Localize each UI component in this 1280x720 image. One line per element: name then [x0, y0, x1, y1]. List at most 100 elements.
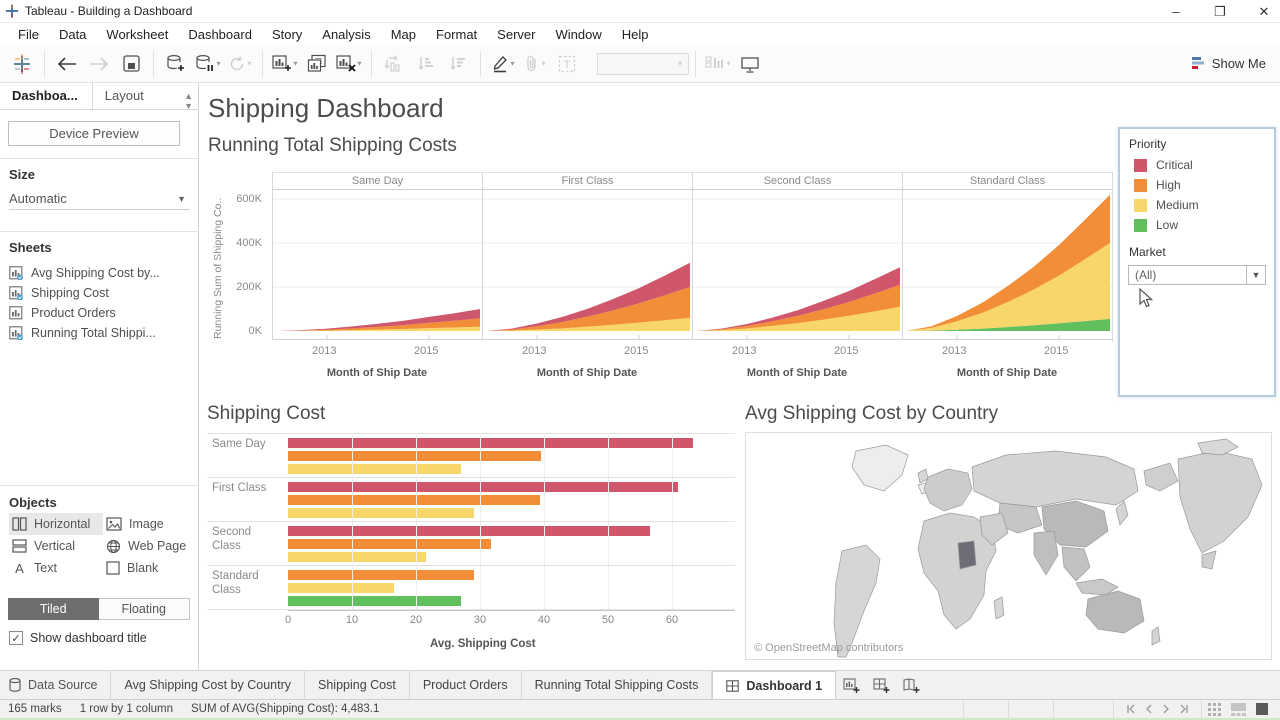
menu-server[interactable]: Server [487, 25, 545, 44]
legend-item-critical[interactable]: Critical [1120, 155, 1274, 175]
object-vertical[interactable]: Vertical [9, 535, 103, 557]
legend-item-medium[interactable]: Medium [1120, 195, 1274, 215]
menu-file[interactable]: File [8, 25, 49, 44]
area-panel-second-class[interactable]: Second Class [692, 172, 902, 340]
object-label: Horizontal [34, 517, 90, 531]
area-panel-same-day[interactable]: Same Day [272, 172, 482, 340]
legend-item-high[interactable]: High [1120, 175, 1274, 195]
map-se-asia [1062, 547, 1090, 581]
grid-line [480, 522, 481, 565]
save-button[interactable] [117, 50, 145, 78]
clear-sheet-button[interactable]: ▾ [335, 50, 363, 78]
status-bar: 165 marks 1 row by 1 column SUM of AVG(S… [0, 699, 1280, 718]
sheet-item-2[interactable]: Shipping Cost [9, 283, 194, 303]
menu-dashboard[interactable]: Dashboard [178, 25, 262, 44]
menu-window[interactable]: Window [545, 25, 611, 44]
new-dashboard-tab-button[interactable] [866, 671, 896, 699]
area-panel-standard-class[interactable]: Standard Class [902, 172, 1112, 340]
tab-running-total-shipping-costs[interactable]: Running Total Shipping Costs [522, 671, 713, 699]
prev-page-icon[interactable] [1145, 704, 1153, 714]
sheet-item-3[interactable]: Product Orders [9, 303, 194, 323]
sheet-item-1[interactable]: Avg Shipping Cost by... [9, 263, 194, 283]
show-dashboard-title-row[interactable]: ✓ Show dashboard title [9, 631, 147, 645]
floating-button[interactable]: Floating [99, 598, 191, 620]
new-worksheet-tab-button[interactable] [836, 671, 866, 699]
bar-medium[interactable] [288, 552, 426, 562]
world-map[interactable]: © OpenStreetMap contributors [745, 432, 1272, 660]
x-axis-label: Month of Ship Date [902, 367, 1112, 379]
bar-high[interactable] [288, 539, 491, 549]
tableau-home-button[interactable] [8, 50, 36, 78]
x-tick-label: 2013 [942, 345, 966, 357]
grid-view-icon[interactable] [1208, 703, 1221, 716]
tab-product-orders[interactable]: Product Orders [410, 671, 522, 699]
highlight-button[interactable]: ▾ [489, 50, 517, 78]
image-icon [106, 517, 122, 531]
menu-story[interactable]: Story [262, 25, 312, 44]
menu-help[interactable]: Help [612, 25, 659, 44]
pane-collapse-icon[interactable]: ▲▼ [184, 91, 193, 111]
aggregate-status: SUM of AVG(Shipping Cost): 4,483.1 [191, 703, 379, 715]
object-horizontal[interactable]: Horizontal [9, 513, 103, 535]
undo-button[interactable] [53, 50, 81, 78]
show-dashboard-title-checkbox[interactable]: ✓ [9, 631, 23, 645]
bar-medium[interactable] [288, 464, 461, 474]
show-me-button[interactable]: Show Me [1191, 56, 1266, 71]
new-story-tab-button[interactable] [896, 671, 926, 699]
filter-legend-panel[interactable]: Priority CriticalHighMediumLow Market (A… [1118, 127, 1276, 397]
page-navigation [1113, 700, 1201, 718]
bar-critical[interactable] [288, 438, 693, 448]
filmstrip-view-icon[interactable] [1231, 703, 1246, 716]
sort-ascending-button [412, 50, 440, 78]
bar-high[interactable] [288, 570, 474, 580]
tab-dashboard[interactable]: Dashboa... [0, 83, 93, 109]
restore-button[interactable]: ❐ [1212, 4, 1228, 20]
menu-data[interactable]: Data [49, 25, 96, 44]
tab-layout[interactable]: Layout [93, 83, 158, 109]
bar-medium[interactable] [288, 508, 474, 518]
bar-plot [288, 434, 735, 477]
tab-avg-shipping-cost-by-country[interactable]: Avg Shipping Cost by Country [111, 671, 305, 699]
area-plot [903, 190, 1113, 340]
first-page-icon[interactable] [1126, 704, 1136, 714]
menu-analysis[interactable]: Analysis [312, 25, 380, 44]
new-worksheet-button[interactable]: ▾ [271, 50, 299, 78]
sheet-view-icon[interactable] [1256, 703, 1268, 715]
minimize-button[interactable]: – [1168, 4, 1184, 20]
tiled-button[interactable]: Tiled [8, 598, 99, 620]
close-button[interactable]: ✕ [1256, 4, 1272, 20]
x-tick-label: 2015 [624, 345, 648, 357]
object-image[interactable]: Image [103, 513, 191, 535]
menu-map[interactable]: Map [381, 25, 426, 44]
market-filter-dropdown[interactable]: (All) ▼ [1128, 265, 1266, 285]
menu-format[interactable]: Format [426, 25, 487, 44]
tab-data-source[interactable]: Data Source [0, 671, 111, 699]
show-me-icon [1191, 56, 1206, 71]
tab-dashboard-1[interactable]: Dashboard 1 [712, 671, 836, 699]
shipping-cost-chart[interactable]: Same DayFirst ClassSecond ClassStandard … [207, 433, 735, 626]
pause-updates-button[interactable]: ▾ [194, 50, 222, 78]
bar-high[interactable] [288, 451, 541, 461]
menu-worksheet[interactable]: Worksheet [96, 25, 178, 44]
object-blank[interactable]: Blank [103, 557, 191, 579]
size-dropdown[interactable]: Automatic ▼ [9, 188, 190, 210]
object-web-page[interactable]: Web Page [103, 535, 191, 557]
menu-bar: FileDataWorksheetDashboardStoryAnalysisM… [0, 23, 1280, 45]
presentation-mode-button[interactable] [736, 50, 764, 78]
device-preview-button[interactable]: Device Preview [8, 121, 180, 146]
object-label: Blank [127, 561, 158, 575]
area-panel-first-class[interactable]: First Class [482, 172, 692, 340]
bar-low[interactable] [288, 596, 461, 606]
bar-critical[interactable] [288, 482, 678, 492]
bar-critical[interactable] [288, 526, 650, 536]
object-text[interactable]: AText [9, 557, 103, 579]
next-page-icon[interactable] [1162, 704, 1170, 714]
tab-shipping-cost[interactable]: Shipping Cost [305, 671, 410, 699]
sheet-item-4[interactable]: Running Total Shippi... [9, 323, 194, 343]
bar-high[interactable] [288, 495, 540, 505]
last-page-icon[interactable] [1179, 704, 1189, 714]
duplicate-sheet-button[interactable] [303, 50, 331, 78]
new-datasource-button[interactable] [162, 50, 190, 78]
bar-medium[interactable] [288, 583, 394, 593]
legend-item-low[interactable]: Low [1120, 215, 1274, 235]
